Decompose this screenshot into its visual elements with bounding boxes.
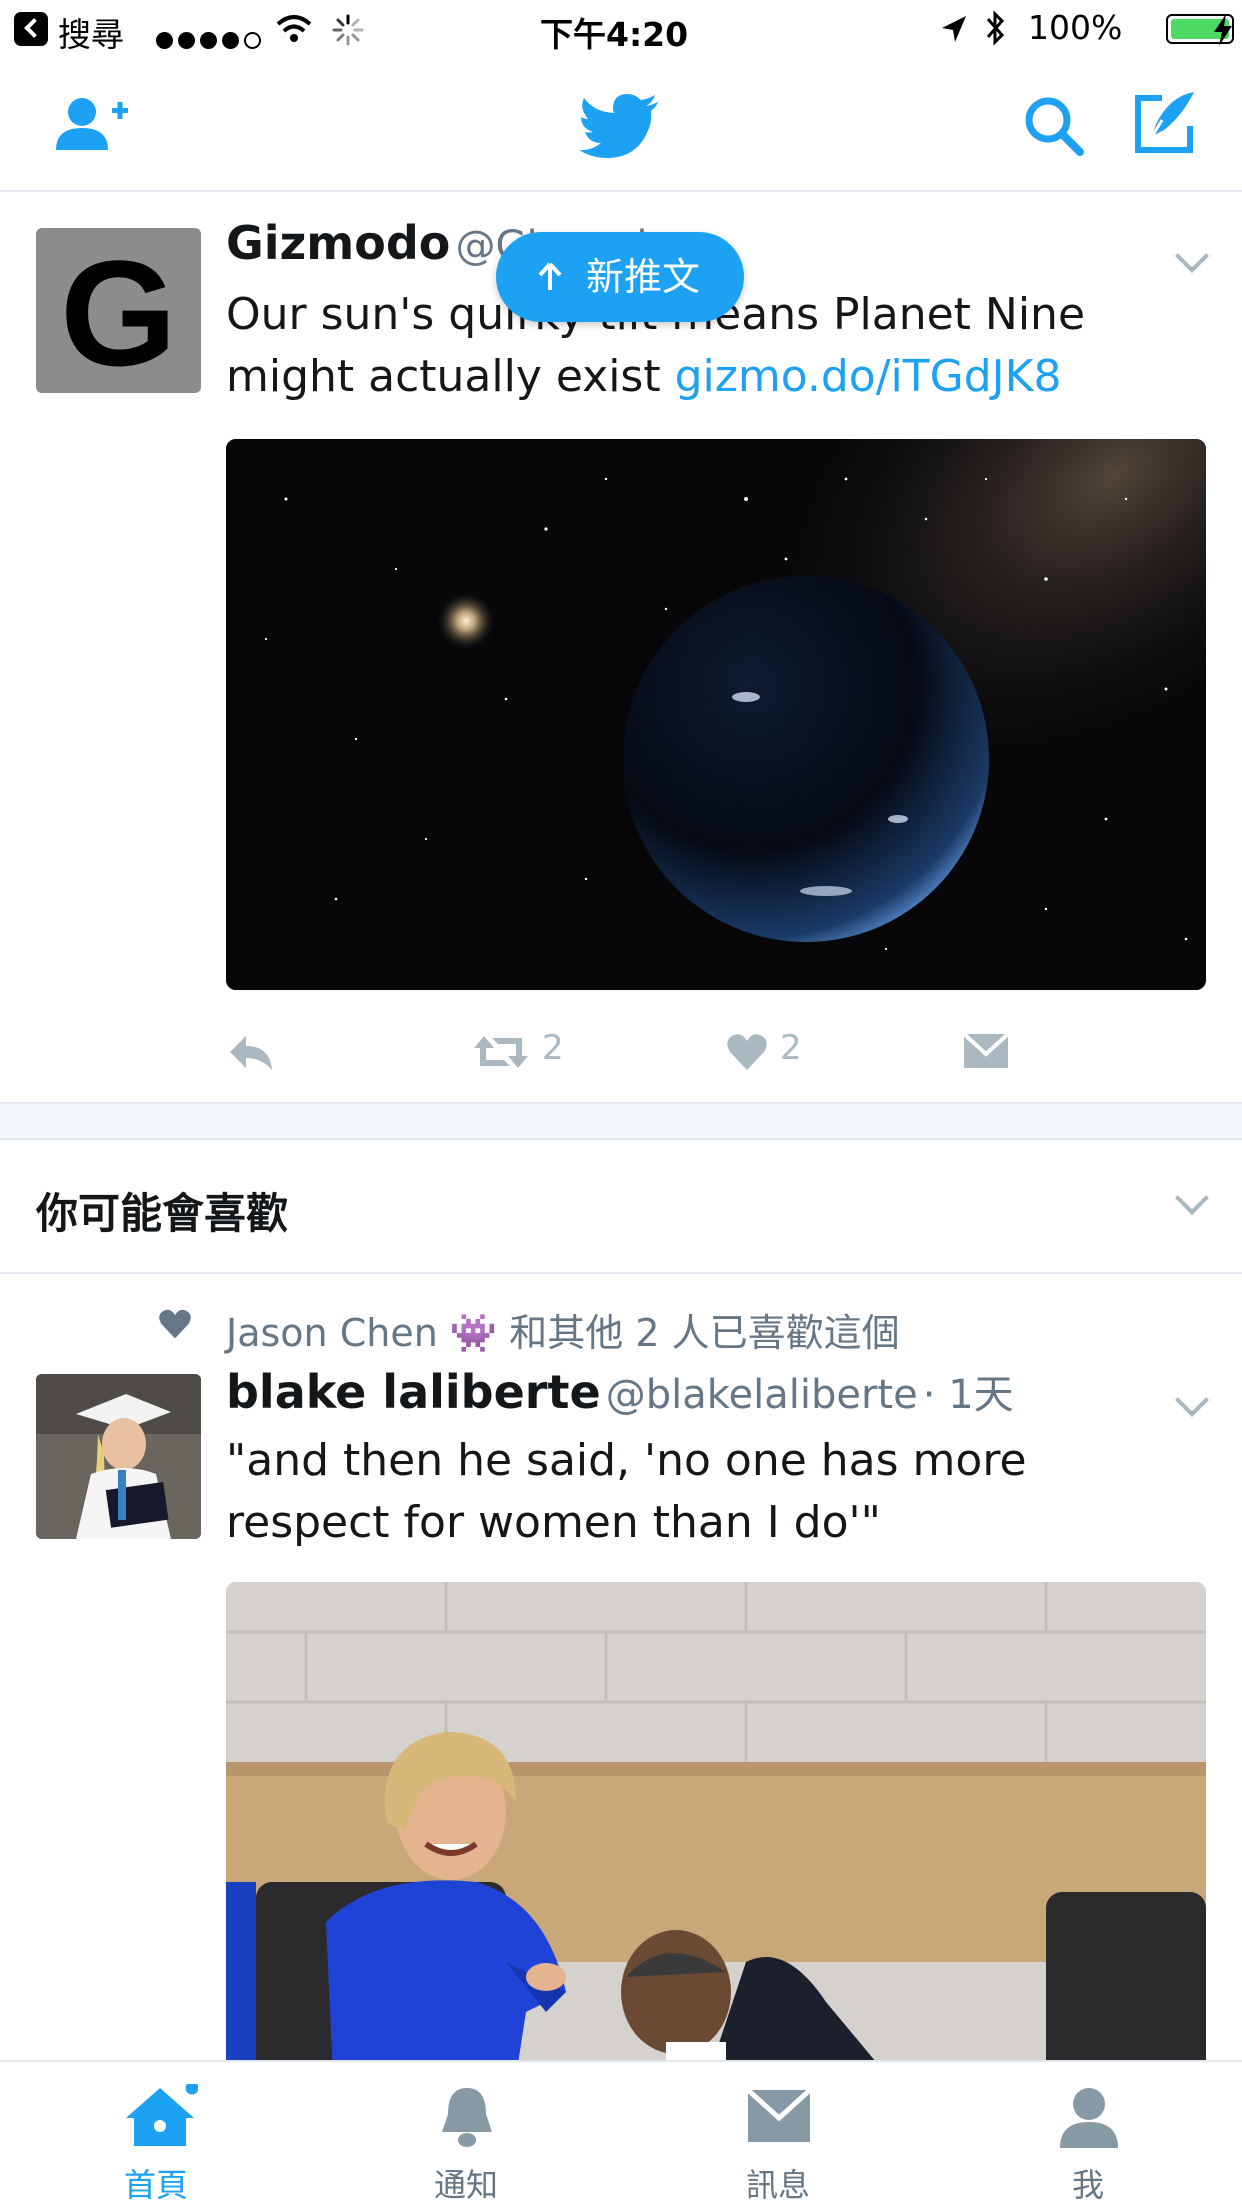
tweet-header: blake laliberte @blakelaliberte · 1天 — [226, 1362, 1014, 1420]
tweet-time: · 1天 — [922, 1372, 1014, 1418]
battery-percent: 100% — [1028, 8, 1123, 47]
charging-bolt-icon — [1214, 14, 1232, 46]
location-arrow-icon — [942, 16, 966, 42]
twitter-bird-logo-icon[interactable] — [580, 92, 660, 162]
avatar-graduate-graphic — [36, 1374, 201, 1539]
direct-message-icon[interactable] — [964, 1034, 1008, 1068]
retweet-count: 2 — [542, 1028, 564, 1068]
add-user-icon[interactable] — [52, 92, 132, 156]
tweet-image-planet-nine[interactable] — [226, 439, 1206, 990]
liked-by-heart-icon — [159, 1309, 191, 1339]
tweet-text: "and then he said, 'no one has more resp… — [226, 1435, 1027, 1548]
search-icon[interactable] — [1022, 94, 1086, 158]
tweet-image-planet-nine-graphic — [226, 439, 1206, 990]
section-divider — [0, 1102, 1242, 1140]
tab-home-label: 首頁 — [123, 2166, 188, 2204]
like-count: 2 — [780, 1028, 802, 1068]
like-heart-icon[interactable] — [726, 1032, 768, 1072]
loading-spinner-icon — [332, 14, 364, 46]
bell-icon — [442, 2088, 492, 2147]
tweet-blake[interactable]: Jason Chen 👾 和其他 2 人已喜歡這個 blake lalibert… — [0, 1274, 1242, 2060]
clock: 下午4:20 — [540, 15, 689, 54]
tab-notifications-label: 通知 — [433, 2166, 498, 2204]
new-tweets-pill[interactable]: 新推文 — [496, 232, 744, 322]
avatar[interactable]: G — [36, 228, 201, 393]
envelope-icon — [748, 2090, 810, 2142]
avatar[interactable] — [36, 1374, 201, 1539]
back-arrow-icon[interactable] — [14, 12, 48, 46]
profile-person-icon — [1060, 2088, 1118, 2148]
compose-tweet-icon[interactable] — [1132, 90, 1198, 156]
section-title: 你可能會喜歡 — [36, 1189, 289, 1238]
user-handle[interactable]: @blakelaliberte — [606, 1372, 918, 1418]
social-context[interactable]: Jason Chen 👾 和其他 2 人已喜歡這個 — [226, 1302, 900, 1357]
tab-me-label: 我 — [1071, 2166, 1104, 2204]
bluetooth-icon — [986, 10, 1005, 46]
tab-messages[interactable]: 訊息 — [678, 2062, 878, 2210]
tweet-image-photo-graphic — [226, 1582, 1206, 2060]
tab-home[interactable]: 首頁 — [56, 2062, 256, 2210]
tab-me[interactable]: 我 — [988, 2062, 1188, 2210]
tweet-link[interactable]: gizmo.do/iTGdJK8 — [675, 351, 1062, 402]
top-nav-bar — [0, 62, 1242, 192]
gizmodo-logo-icon: G — [60, 229, 177, 393]
user-name[interactable]: blake laliberte — [226, 1365, 601, 1419]
wifi-icon — [276, 15, 312, 42]
back-app-label[interactable]: 搜尋 — [58, 8, 124, 56]
cell-signal-icon — [156, 18, 266, 57]
chevron-down-icon[interactable] — [1175, 239, 1209, 273]
bottom-tab-bar: 首頁 通知 訊息 我 — [0, 2060, 1242, 2208]
status-bar: 搜尋 下午4:20 100% — [0, 0, 1242, 62]
arrow-up-icon — [538, 262, 562, 290]
tab-notifications[interactable]: 通知 — [366, 2062, 566, 2210]
home-icon — [126, 2084, 198, 2146]
suggestion-section-header: 你可能會喜歡 — [0, 1140, 1242, 1274]
chevron-down-icon[interactable] — [1175, 1383, 1209, 1417]
tweet-image-photo[interactable] — [226, 1582, 1206, 2060]
tweet-gizmodo[interactable]: G Gizmodo @Gizmodo Our sun's quirky tilt… — [0, 192, 1242, 1102]
user-name[interactable]: Gizmodo — [226, 216, 450, 270]
new-tweets-label: 新推文 — [586, 255, 701, 299]
tab-messages-label: 訊息 — [745, 2166, 810, 2204]
reply-icon[interactable] — [228, 1034, 274, 1072]
chevron-down-icon[interactable] — [1175, 1181, 1209, 1215]
retweet-icon[interactable] — [472, 1032, 530, 1072]
